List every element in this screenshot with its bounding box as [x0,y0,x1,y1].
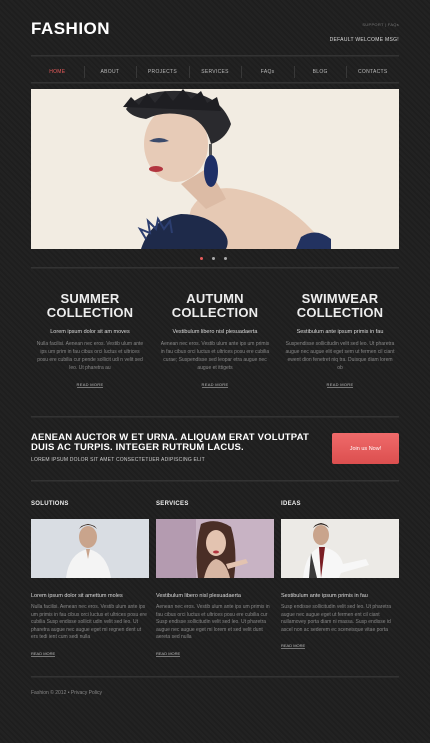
man-in-white-jacket-image[interactable] [281,519,399,578]
man-in-white-shirt-image[interactable] [31,519,149,578]
collection-title: SUMMER COLLECTION [46,291,134,320]
read-more-link[interactable]: READ MORE [76,382,104,388]
collection-title: AUTUMN COLLECTION [171,291,259,320]
collection-text: Suspendisse sollicitudin velit sed leo. … [285,341,395,371]
read-more-link[interactable]: READ MORE [281,643,306,649]
collection-autumn: AUTUMN COLLECTION Vestibulum libero nisl… [160,292,270,391]
feature-subtitle: Sestibulum ante ipsum primis in fau [281,593,368,599]
top-links[interactable]: SUPPORT | FAQs [362,22,399,27]
nav-item-home[interactable]: HOME [31,69,84,75]
slider-dot[interactable] [224,257,227,260]
welcome-message: DEFAULT WELCOME MSG! [329,37,399,43]
feature-heading: SOLUTIONS [31,501,69,507]
nav-divider [31,82,399,83]
nav-item-services[interactable]: SERVICES [188,66,242,78]
feature-text: Aenean nec eros. Vestib ulum ante ips um… [156,604,270,640]
collection-summer: SUMMER COLLECTION Lorem ipsum dolor sit … [35,292,145,391]
collection-text: Nulla facilisi. Aenean nec eros. Vestib … [36,341,144,371]
slider-dots [200,257,227,260]
feature-text: Nulla facilisi. Aenean nec eros. Vestib … [31,604,147,640]
feature-subtitle: Lorem ipsum dolor sit amettum moles [31,593,123,599]
nav-item-about[interactable]: ABOUT [83,66,137,78]
slider-dot[interactable] [200,257,203,260]
footer-copyright[interactable]: Fashion © 2012 • Privacy Policy [31,690,102,696]
read-more-link[interactable]: READ MORE [201,382,229,388]
header-divider [31,55,399,56]
nav-item-blog[interactable]: BLOG [293,66,347,78]
read-more-link[interactable]: READ MORE [156,651,181,657]
hero-slider-image[interactable] [31,89,399,249]
feature-heading: SERVICES [156,501,189,507]
page: FASHION SUPPORT | FAQs DEFAULT WELCOME M… [0,0,430,743]
nav-item-projects[interactable]: PROJECTS [136,66,189,78]
collection-text: Aenean nec eros. Vestib ulum ante ips um… [160,341,270,371]
collections-divider [31,416,399,417]
nav-item-contacts[interactable]: CONTACTS [346,66,399,78]
woman-with-long-hair-image[interactable] [156,519,274,578]
footer-divider [31,676,399,677]
feature-ideas: IDEAS Sestibulum ante ipsum primis in fa… [281,501,399,652]
feature-text: Susp endisse sollicitudin velit sed leo.… [281,604,392,633]
main-nav: HOME ABOUT PROJECTS SERVICES FAQs BLOG C… [31,62,399,82]
site-logo[interactable]: FASHION [31,19,110,39]
collection-subtitle: Vestibulum libero nisl plesuadaerta [172,329,258,335]
slider-divider [31,267,399,268]
promo-subtitle: LOREM IPSUM DOLOR SIT AMET CONSECTETUER … [31,457,205,463]
feature-services: SERVICES Vestibulum libero nisl plesuada… [156,501,274,660]
read-more-link[interactable]: READ MORE [326,382,354,388]
promo-title: AENEAN AUCTOR W ET URNA. ALIQUAM ERAT VO… [31,432,310,453]
feature-heading: IDEAS [281,501,301,507]
collection-title: SWIMWEAR COLLECTION [296,291,384,320]
collection-swimwear: SWIMWEAR COLLECTION Sestibulum ante ipsu… [285,292,395,391]
feature-subtitle: Vestibulum libero nisl plesuadaerta [156,593,241,599]
read-more-link[interactable]: READ MORE [31,651,56,657]
collection-subtitle: Lorem ipsum dolor sit am moves [50,329,130,335]
slider-dot[interactable] [212,257,215,260]
feature-solutions: SOLUTIONS Lorem ipsum dolor sit amettum … [31,501,149,660]
model-portrait-illustration [31,89,399,249]
nav-item-faqs[interactable]: FAQs [241,66,294,78]
join-us-button[interactable]: Join us Now! [332,433,399,464]
collection-subtitle: Sestibulum ante ipsum primis in fau [296,329,384,335]
promo-divider [31,480,399,481]
